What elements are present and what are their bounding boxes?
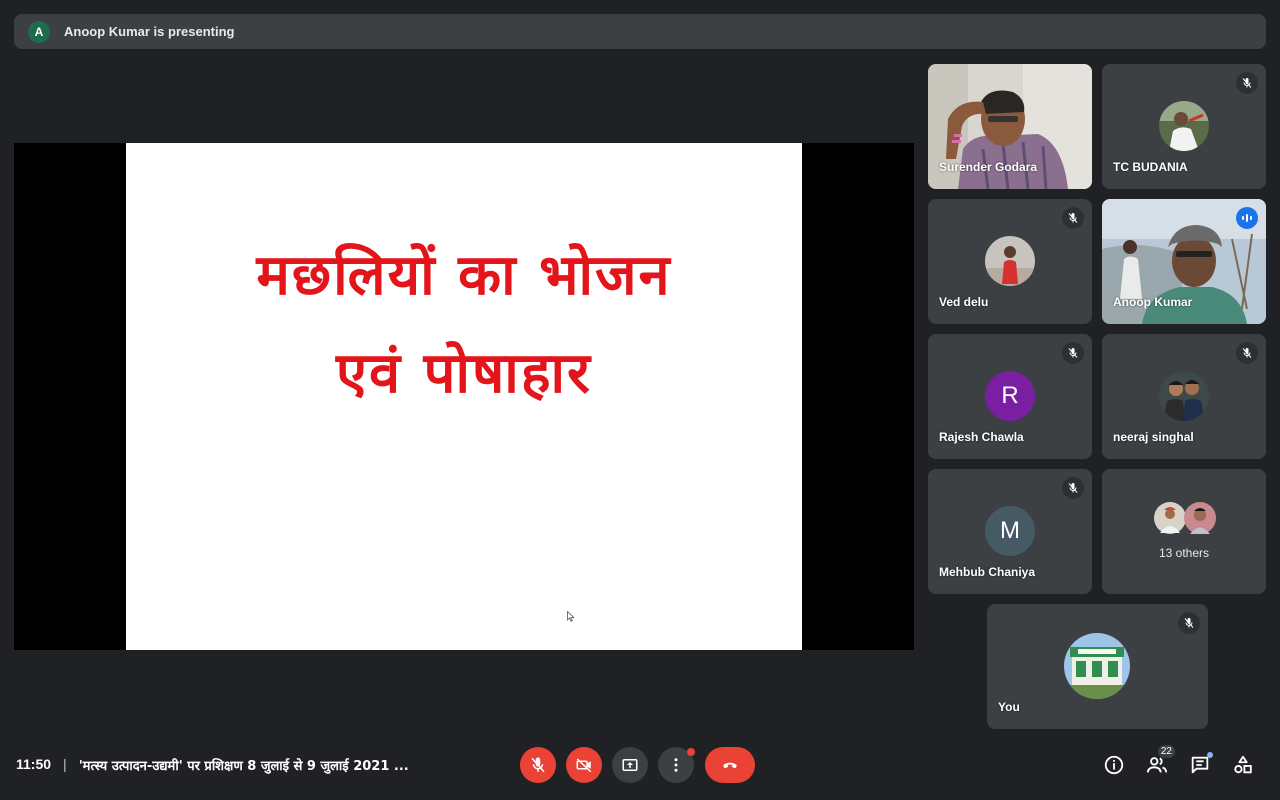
- participant-name: TC BUDANIA: [1113, 160, 1188, 174]
- show-everyone-button[interactable]: 22: [1141, 745, 1175, 781]
- participant-name: Anoop Kumar: [1113, 295, 1193, 309]
- activities-icon: [1234, 755, 1252, 774]
- mic-off-icon: [531, 757, 545, 773]
- notification-dot: [687, 748, 695, 756]
- participant-tile-tc-budania[interactable]: TC BUDANIA: [1102, 64, 1266, 189]
- bottom-control-bar: 11:50 | 'मत्स्य उत्पादन-उद्यमी' पर प्रशि…: [0, 730, 1280, 800]
- participant-avatar: [1159, 371, 1209, 421]
- meeting-title: 'मत्स्य उत्पादन-उद्यमी' पर प्रशिक्षण 8 ज…: [78, 759, 409, 774]
- others-avatars: [1153, 501, 1219, 535]
- participant-tile-anoop-kumar[interactable]: Anoop Kumar: [1102, 199, 1266, 324]
- participant-avatar: R: [985, 371, 1035, 421]
- chat-notification-dot: [1207, 752, 1213, 758]
- participant-avatar: [1159, 101, 1209, 151]
- participant-name: Mehbub Chaniya: [939, 565, 1036, 579]
- participant-count-badge: 22: [1157, 745, 1175, 758]
- toggle-camera-button[interactable]: [566, 747, 602, 783]
- participant-avatar: [1064, 633, 1130, 699]
- present-now-icon: [622, 759, 638, 771]
- leave-call-button[interactable]: [705, 747, 755, 783]
- mic-off-icon: [1062, 342, 1084, 364]
- participant-tile-you[interactable]: You: [987, 604, 1208, 729]
- participant-name: Rajesh Chawla: [939, 430, 1024, 444]
- participant-avatar: M: [985, 506, 1035, 556]
- presenter-avatar: A: [28, 20, 50, 43]
- presentation-stage[interactable]: मछलियों का भोजन एवं पोषाहार: [14, 143, 914, 650]
- info-icon: [1104, 755, 1124, 775]
- others-count-label: 13 others: [1158, 546, 1210, 560]
- mic-off-icon: [1062, 477, 1084, 499]
- participant-tile-others[interactable]: 13 others: [1102, 469, 1266, 594]
- mic-off-icon: [1236, 342, 1258, 364]
- end-call-icon: [723, 762, 737, 769]
- camera-off-icon: [576, 758, 592, 773]
- clock-time: 11:50: [16, 756, 52, 772]
- more-options-button[interactable]: [658, 747, 695, 783]
- slide-title-line1: मछलियों का भोजन: [256, 243, 672, 308]
- participant-tile-rajesh-chawla[interactable]: R Rajesh Chawla: [928, 334, 1092, 459]
- speaking-indicator-icon: [1236, 207, 1258, 229]
- mic-off-icon: [1178, 612, 1200, 634]
- mic-off-icon: [1062, 207, 1084, 229]
- participant-tile-surender-godara[interactable]: Surender Godara: [928, 64, 1092, 189]
- participant-avatar: [985, 236, 1035, 286]
- meeting-details[interactable]: 11:50 | 'मत्स्य उत्पादन-उद्यमी' पर प्रशि…: [16, 756, 409, 774]
- slide-title-line2: एवं पोषाहार: [336, 341, 592, 406]
- toggle-microphone-button[interactable]: [520, 747, 556, 783]
- participant-tile-neeraj-singhal[interactable]: neeraj singhal: [1102, 334, 1266, 459]
- participant-name: Surender Godara: [939, 160, 1038, 174]
- presenting-banner: A Anoop Kumar is presenting: [14, 14, 1266, 49]
- participant-name: neeraj singhal: [1113, 430, 1194, 444]
- presenting-text: Anoop Kumar is presenting: [64, 24, 235, 39]
- mouse-pointer-icon: [567, 611, 575, 622]
- participant-name: You: [998, 700, 1020, 714]
- present-now-button[interactable]: [612, 747, 648, 783]
- activities-button[interactable]: [1227, 749, 1259, 781]
- chat-button[interactable]: [1184, 749, 1216, 781]
- participant-tile-mehbub-chaniya[interactable]: M Mehbub Chaniya: [928, 469, 1092, 594]
- meeting-details-button[interactable]: [1098, 749, 1130, 781]
- mic-off-icon: [1236, 72, 1258, 94]
- more-options-icon: [674, 758, 678, 772]
- participant-tile-ved-delu[interactable]: Ved delu: [928, 199, 1092, 324]
- presentation-slide: मछलियों का भोजन एवं पोषाहार: [126, 143, 802, 650]
- participant-name: Ved delu: [939, 295, 989, 309]
- separator: |: [63, 756, 67, 772]
